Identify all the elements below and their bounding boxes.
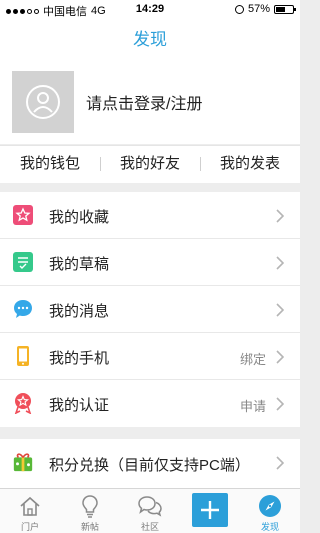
star-icon xyxy=(12,204,34,226)
certification-icon xyxy=(12,392,34,414)
menu-label: 我的草稿 xyxy=(49,256,110,273)
posts-link[interactable]: 我的发表 xyxy=(200,146,300,183)
menu-label: 我的收藏 xyxy=(49,209,110,226)
tab-new-posts[interactable]: 新帖 xyxy=(60,489,120,533)
alarm-icon xyxy=(234,4,244,14)
bind-hint: 绑定 xyxy=(239,352,266,367)
chevron-right-icon xyxy=(276,303,285,322)
tab-discover[interactable]: 发现 xyxy=(240,489,300,533)
tab-community[interactable]: 社区 xyxy=(120,489,180,533)
phone-row[interactable]: 我的手机 绑定 xyxy=(0,333,300,380)
battery-percent: 57% xyxy=(247,3,270,15)
chat-icon xyxy=(137,494,163,523)
messages-row[interactable]: 我的消息 xyxy=(0,286,300,333)
chevron-right-icon xyxy=(276,256,285,275)
plus-icon[interactable] xyxy=(192,493,228,527)
menu-label: 我的认证 xyxy=(49,397,110,414)
wallet-link[interactable]: 我的钱包 xyxy=(0,146,100,183)
status-bar: 中国电信 4G 14:29 57% xyxy=(0,0,300,20)
status-right: 57% xyxy=(234,3,296,15)
certification-row[interactable]: 我的认证 申请 xyxy=(0,380,300,427)
chevron-right-icon xyxy=(276,456,285,475)
menu-label: 积分兑换（目前仅支持PC端） xyxy=(49,457,250,474)
user-icon xyxy=(26,85,60,119)
tab-bar: 门户 新帖 社区 发现 xyxy=(0,488,300,533)
tab-post-new[interactable] xyxy=(180,489,240,533)
chevron-right-icon xyxy=(276,350,285,369)
drafts-row[interactable]: 我的草稿 xyxy=(0,239,300,286)
apply-hint: 申请 xyxy=(239,399,266,414)
tab-label: 门户 xyxy=(20,522,39,532)
message-icon xyxy=(12,298,34,320)
favorites-row[interactable]: 我的收藏 xyxy=(0,192,300,239)
profile-header[interactable]: 请点击登录/注册 xyxy=(0,60,300,144)
quick-links: 我的钱包 我的好友 我的发表 xyxy=(0,145,300,183)
menu-label: 我的消息 xyxy=(49,303,110,320)
friends-link[interactable]: 我的好友 xyxy=(100,146,200,183)
draft-icon xyxy=(12,251,34,273)
tab-portal[interactable]: 门户 xyxy=(0,489,60,533)
chevron-right-icon xyxy=(276,209,285,228)
points-section: 积分兑换（目前仅支持PC端） xyxy=(0,439,300,488)
lightbulb-icon xyxy=(78,494,102,523)
tab-label: 新帖 xyxy=(80,522,99,532)
tab-label: 发现 xyxy=(260,522,279,532)
nav-bar: 发现 xyxy=(0,20,300,60)
page-title: 发现 xyxy=(133,30,167,49)
phone-icon xyxy=(12,345,34,367)
compass-icon xyxy=(258,494,282,523)
gift-icon xyxy=(12,451,34,473)
login-link[interactable]: 请点击登录/注册 xyxy=(86,90,202,114)
menu-list: 我的收藏 我的草稿 我的消息 我的手机 绑定 我的认证 申请 xyxy=(0,192,300,427)
home-icon xyxy=(18,494,42,523)
battery-icon xyxy=(274,4,296,14)
tab-label: 社区 xyxy=(140,522,159,532)
avatar[interactable] xyxy=(12,71,74,133)
menu-label: 我的手机 xyxy=(49,350,110,367)
chevron-right-icon xyxy=(276,397,285,416)
points-exchange-row[interactable]: 积分兑换（目前仅支持PC端） xyxy=(0,439,300,488)
